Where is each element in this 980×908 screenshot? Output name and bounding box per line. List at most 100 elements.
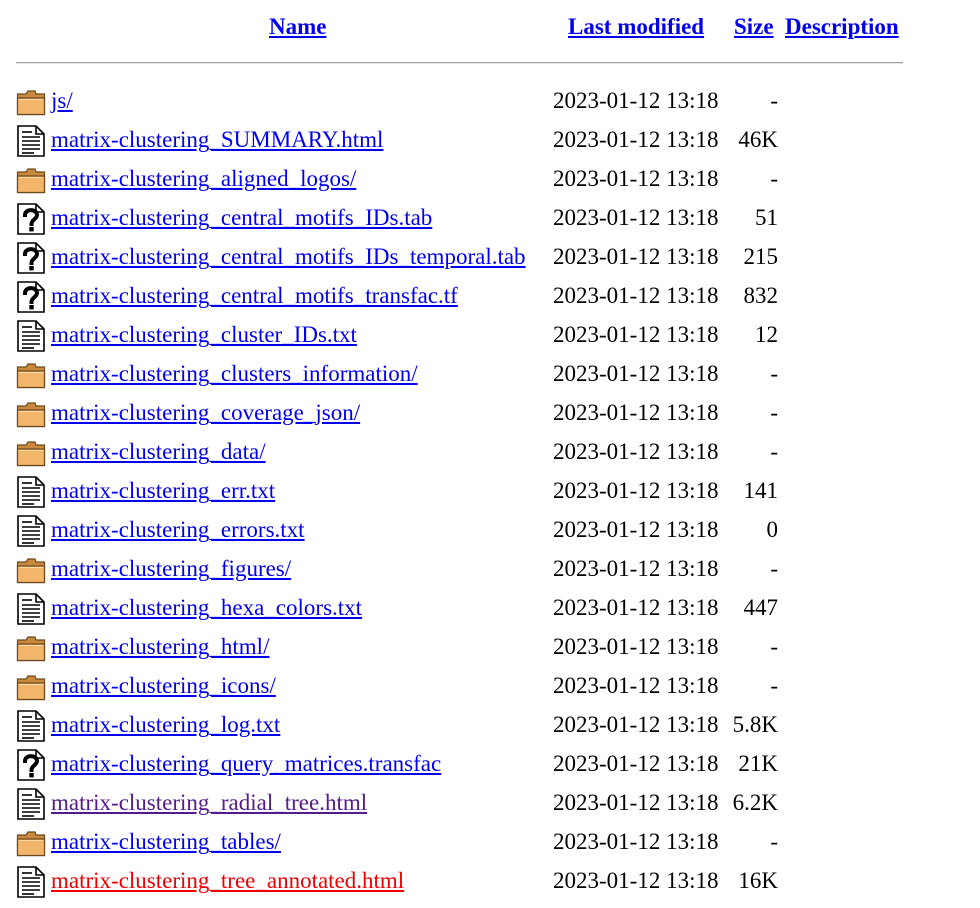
unknown-file-icon — [16, 281, 46, 313]
list-item: matrix-clustering_coverage_json/2023-01-… — [16, 394, 916, 433]
last-modified-value: 2023-01-12 13:18 — [553, 712, 719, 737]
text-file-icon — [16, 476, 46, 508]
size-value: 215 — [743, 244, 779, 269]
size-value: 16K — [738, 868, 778, 893]
unknown-file-icon — [16, 749, 46, 781]
last-modified-value: 2023-01-12 13:18 — [553, 634, 719, 659]
size-value: 51 — [755, 205, 778, 230]
size-value: 0 — [766, 517, 779, 542]
file-link[interactable]: matrix-clustering_icons/ — [51, 672, 276, 700]
size-value: 832 — [743, 283, 779, 308]
last-modified-value: 2023-01-12 13:18 — [553, 361, 719, 386]
file-link[interactable]: matrix-clustering_hexa_colors.txt — [51, 594, 362, 622]
list-item: matrix-clustering_central_motifs_transfa… — [16, 277, 916, 316]
last-modified-value: 2023-01-12 13:18 — [553, 517, 719, 542]
text-file-icon — [16, 710, 46, 742]
file-link[interactable]: matrix-clustering_central_motifs_transfa… — [51, 282, 458, 310]
file-link[interactable]: matrix-clustering_SUMMARY.html — [51, 126, 383, 154]
list-item: matrix-clustering_tables/2023-01-12 13:1… — [16, 823, 916, 862]
list-item: matrix-clustering_figures/2023-01-12 13:… — [16, 550, 916, 589]
size-value: - — [770, 166, 778, 191]
text-file-icon — [16, 866, 46, 898]
last-modified-value: 2023-01-12 13:18 — [553, 400, 719, 425]
header-divider — [16, 62, 903, 64]
text-file-icon — [16, 320, 46, 352]
list-item: matrix-clustering_clusters_information/2… — [16, 355, 916, 394]
list-item: matrix-clustering_hexa_colors.txt 2023-01… — [16, 589, 916, 628]
size-value: - — [770, 556, 778, 581]
list-item: matrix-clustering_html/2023-01-12 13:18 - — [16, 628, 916, 667]
size-value: 447 — [743, 595, 779, 620]
last-modified-value: 2023-01-12 13:18 — [553, 556, 719, 581]
list-item: matrix-clustering_log.txt 2023-01-12 13:1… — [16, 706, 916, 745]
size-value: - — [770, 673, 778, 698]
last-modified-value: 2023-01-12 13:18 — [553, 439, 719, 464]
sort-by-name-link[interactable]: Name — [269, 14, 326, 39]
unknown-file-icon — [16, 242, 46, 274]
folder-icon — [16, 632, 46, 664]
column-header-name: Name — [269, 14, 326, 44]
file-link[interactable]: matrix-clustering_clusters_information/ — [51, 360, 418, 388]
sort-by-size-link[interactable]: Size — [734, 14, 774, 39]
column-header-size: Size — [734, 14, 774, 44]
file-link[interactable]: matrix-clustering_coverage_json/ — [51, 399, 360, 427]
folder-icon — [16, 671, 46, 703]
folder-icon — [16, 554, 46, 586]
file-link[interactable]: matrix-clustering_data/ — [51, 438, 266, 466]
size-value: - — [770, 400, 778, 425]
size-value: - — [770, 634, 778, 659]
file-link[interactable]: matrix-clustering_cluster_IDs.txt — [51, 321, 357, 349]
size-value: - — [770, 439, 778, 464]
file-link[interactable]: matrix-clustering_tables/ — [51, 828, 281, 856]
file-link[interactable]: matrix-clustering_query_matrices.transfa… — [51, 750, 441, 778]
file-link[interactable]: matrix-clustering_tree_annotated.html — [51, 867, 404, 895]
size-value: 12 — [755, 322, 778, 347]
folder-icon — [16, 437, 46, 469]
file-link[interactable]: matrix-clustering_central_motifs_IDs.tab — [51, 204, 432, 232]
file-link[interactable]: js/ — [51, 87, 73, 115]
column-header-last-modified: Last modified — [568, 14, 704, 44]
sort-by-last-modified-link[interactable]: Last modified — [568, 14, 704, 39]
text-file-icon — [16, 788, 46, 820]
last-modified-value: 2023-01-12 13:18 — [553, 127, 719, 152]
list-item: matrix-clustering_data/2023-01-12 13:18 - — [16, 433, 916, 472]
file-link[interactable]: matrix-clustering_log.txt — [51, 711, 280, 739]
file-link[interactable]: matrix-clustering_central_motifs_IDs_tem… — [51, 243, 526, 271]
list-item: matrix-clustering_errors.txt 2023-01-12 1… — [16, 511, 916, 550]
list-item: matrix-clustering_SUMMARY.html 2023-01-12… — [16, 121, 916, 160]
list-item: matrix-clustering_query_matrices.transfa… — [16, 745, 916, 784]
last-modified-value: 2023-01-12 13:18 — [553, 88, 719, 113]
file-link[interactable]: matrix-clustering_radial_tree.html — [51, 789, 367, 817]
file-list: js/2023-01-12 13:18 - matrix-clustering_SU… — [16, 82, 916, 901]
list-item: matrix-clustering_tree_annotated.html 202… — [16, 862, 916, 901]
last-modified-value: 2023-01-12 13:18 — [553, 790, 719, 815]
folder-icon — [16, 827, 46, 859]
list-item: matrix-clustering_central_motifs_IDs_tem… — [16, 238, 916, 277]
sort-by-description-link[interactable]: Description — [785, 14, 899, 39]
last-modified-value: 2023-01-12 13:18 — [553, 478, 719, 503]
list-item: matrix-clustering_err.txt 2023-01-12 13:1… — [16, 472, 916, 511]
folder-icon — [16, 398, 46, 430]
size-value: - — [770, 361, 778, 386]
file-link[interactable]: matrix-clustering_errors.txt — [51, 516, 305, 544]
size-value: 5.8K — [732, 712, 778, 737]
last-modified-value: 2023-01-12 13:18 — [553, 673, 719, 698]
last-modified-value: 2023-01-12 13:18 — [553, 595, 719, 620]
file-link[interactable]: matrix-clustering_err.txt — [51, 477, 275, 505]
list-item: js/2023-01-12 13:18 - — [16, 82, 916, 121]
list-item: matrix-clustering_cluster_IDs.txt 2023-01… — [16, 316, 916, 355]
file-link[interactable]: matrix-clustering_html/ — [51, 633, 269, 661]
folder-icon — [16, 164, 46, 196]
file-link[interactable]: matrix-clustering_figures/ — [51, 555, 291, 583]
last-modified-value: 2023-01-12 13:18 — [553, 868, 719, 893]
size-value: 6.2K — [732, 790, 778, 815]
file-link[interactable]: matrix-clustering_aligned_logos/ — [51, 165, 356, 193]
list-item: matrix-clustering_central_motifs_IDs.tab… — [16, 199, 916, 238]
text-file-icon — [16, 593, 46, 625]
text-file-icon — [16, 125, 46, 157]
last-modified-value: 2023-01-12 13:18 — [553, 244, 719, 269]
list-item: matrix-clustering_radial_tree.html 2023-0… — [16, 784, 916, 823]
last-modified-value: 2023-01-12 13:18 — [553, 322, 719, 347]
list-item: matrix-clustering_aligned_logos/2023-01-… — [16, 160, 916, 199]
column-header-description: Description — [785, 14, 899, 44]
